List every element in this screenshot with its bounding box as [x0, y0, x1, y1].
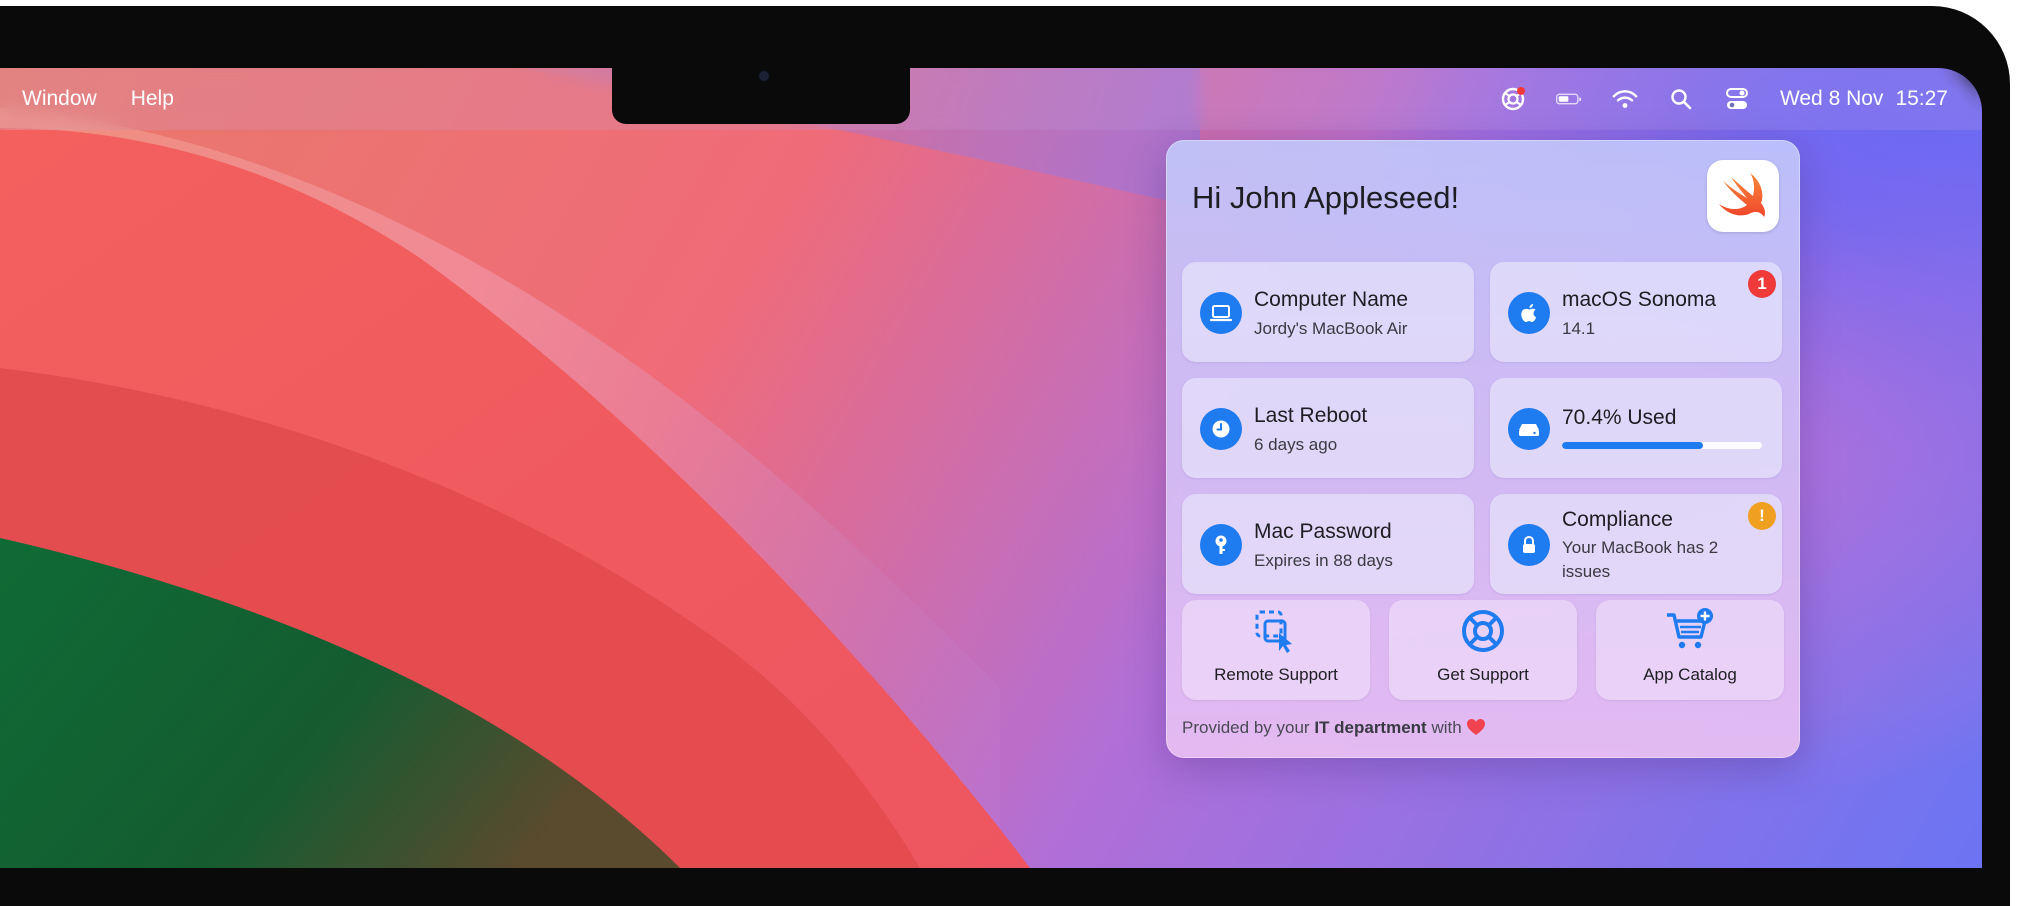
- key-icon: [1200, 524, 1242, 566]
- heart-icon: [1466, 718, 1486, 737]
- tile-compliance[interactable]: Compliance Your MacBook has 2 issues !: [1490, 494, 1782, 594]
- search-icon[interactable]: [1668, 86, 1694, 112]
- clock-icon: [1200, 408, 1242, 450]
- wifi-icon[interactable]: [1612, 86, 1638, 112]
- tile-title: 70.4% Used: [1562, 406, 1677, 429]
- apple-icon: [1508, 292, 1550, 334]
- tile-disk-usage[interactable]: 70.4% Used: [1490, 378, 1782, 478]
- menu-bar: Window Help Wed 8 Nov 15:27: [0, 68, 1982, 130]
- lifebuoy-icon: [1389, 606, 1577, 656]
- tile-subtitle: Expires in 88 days: [1254, 551, 1393, 570]
- action-label: Get Support: [1437, 665, 1529, 684]
- app-catalog-button[interactable]: App Catalog: [1596, 600, 1784, 700]
- remote-support-button[interactable]: Remote Support: [1182, 600, 1370, 700]
- footer-it-department: IT department: [1314, 718, 1427, 737]
- get-support-button[interactable]: Get Support: [1389, 600, 1577, 700]
- tile-title: Mac Password: [1254, 520, 1392, 543]
- tile-mac-password[interactable]: Mac Password Expires in 88 days: [1182, 494, 1474, 594]
- lock-icon: [1508, 524, 1550, 566]
- menu-window[interactable]: Window: [22, 87, 97, 111]
- tile-macos-version[interactable]: macOS Sonoma 14.1 1: [1490, 262, 1782, 362]
- action-label: App Catalog: [1643, 665, 1737, 684]
- tile-subtitle: Your MacBook has 2 issues: [1562, 538, 1719, 581]
- disk-usage-bar: [1562, 442, 1762, 449]
- remote-support-icon: [1182, 606, 1370, 656]
- footer-suffix: with: [1431, 718, 1462, 737]
- battery-icon[interactable]: [1556, 86, 1582, 112]
- tile-last-reboot[interactable]: Last Reboot 6 days ago: [1182, 378, 1474, 478]
- update-count-badge: 1: [1748, 270, 1776, 298]
- tile-subtitle: 6 days ago: [1254, 435, 1338, 454]
- action-label: Remote Support: [1214, 665, 1338, 684]
- menubar-date[interactable]: Wed 8 Nov: [1780, 87, 1884, 111]
- footer-prefix: Provided by your: [1182, 718, 1310, 737]
- support-lifebuoy-icon[interactable]: [1500, 86, 1526, 112]
- it-support-panel: Hi John Appleseed! Computer Name Jordy's…: [1166, 140, 1800, 758]
- greeting-title: Hi John Appleseed!: [1192, 180, 1460, 215]
- footer-note: Provided by your IT department with: [1182, 718, 1486, 738]
- desktop-screen: Window Help Wed 8 Nov 15:27 Hi John Appl…: [0, 68, 1982, 868]
- camera-dot: [760, 72, 768, 80]
- control-center-icon[interactable]: [1724, 86, 1750, 112]
- swift-logo-icon: [1707, 160, 1779, 232]
- menu-help[interactable]: Help: [131, 87, 174, 111]
- tile-title: Compliance: [1562, 508, 1673, 531]
- camera-notch: [612, 68, 910, 124]
- disk-icon: [1508, 408, 1550, 450]
- compliance-warning-badge: !: [1748, 502, 1776, 530]
- tile-computer-name[interactable]: Computer Name Jordy's MacBook Air: [1182, 262, 1474, 362]
- disk-usage-fill: [1562, 442, 1703, 449]
- laptop-icon: [1200, 292, 1242, 334]
- tile-subtitle: Jordy's MacBook Air: [1254, 319, 1408, 338]
- tile-title: Computer Name: [1254, 288, 1409, 311]
- cart-plus-icon: [1596, 606, 1784, 656]
- tile-title: macOS Sonoma: [1562, 288, 1717, 311]
- menubar-time[interactable]: 15:27: [1895, 87, 1948, 111]
- tile-subtitle: 14.1: [1562, 319, 1596, 338]
- tile-title: Last Reboot: [1254, 404, 1368, 427]
